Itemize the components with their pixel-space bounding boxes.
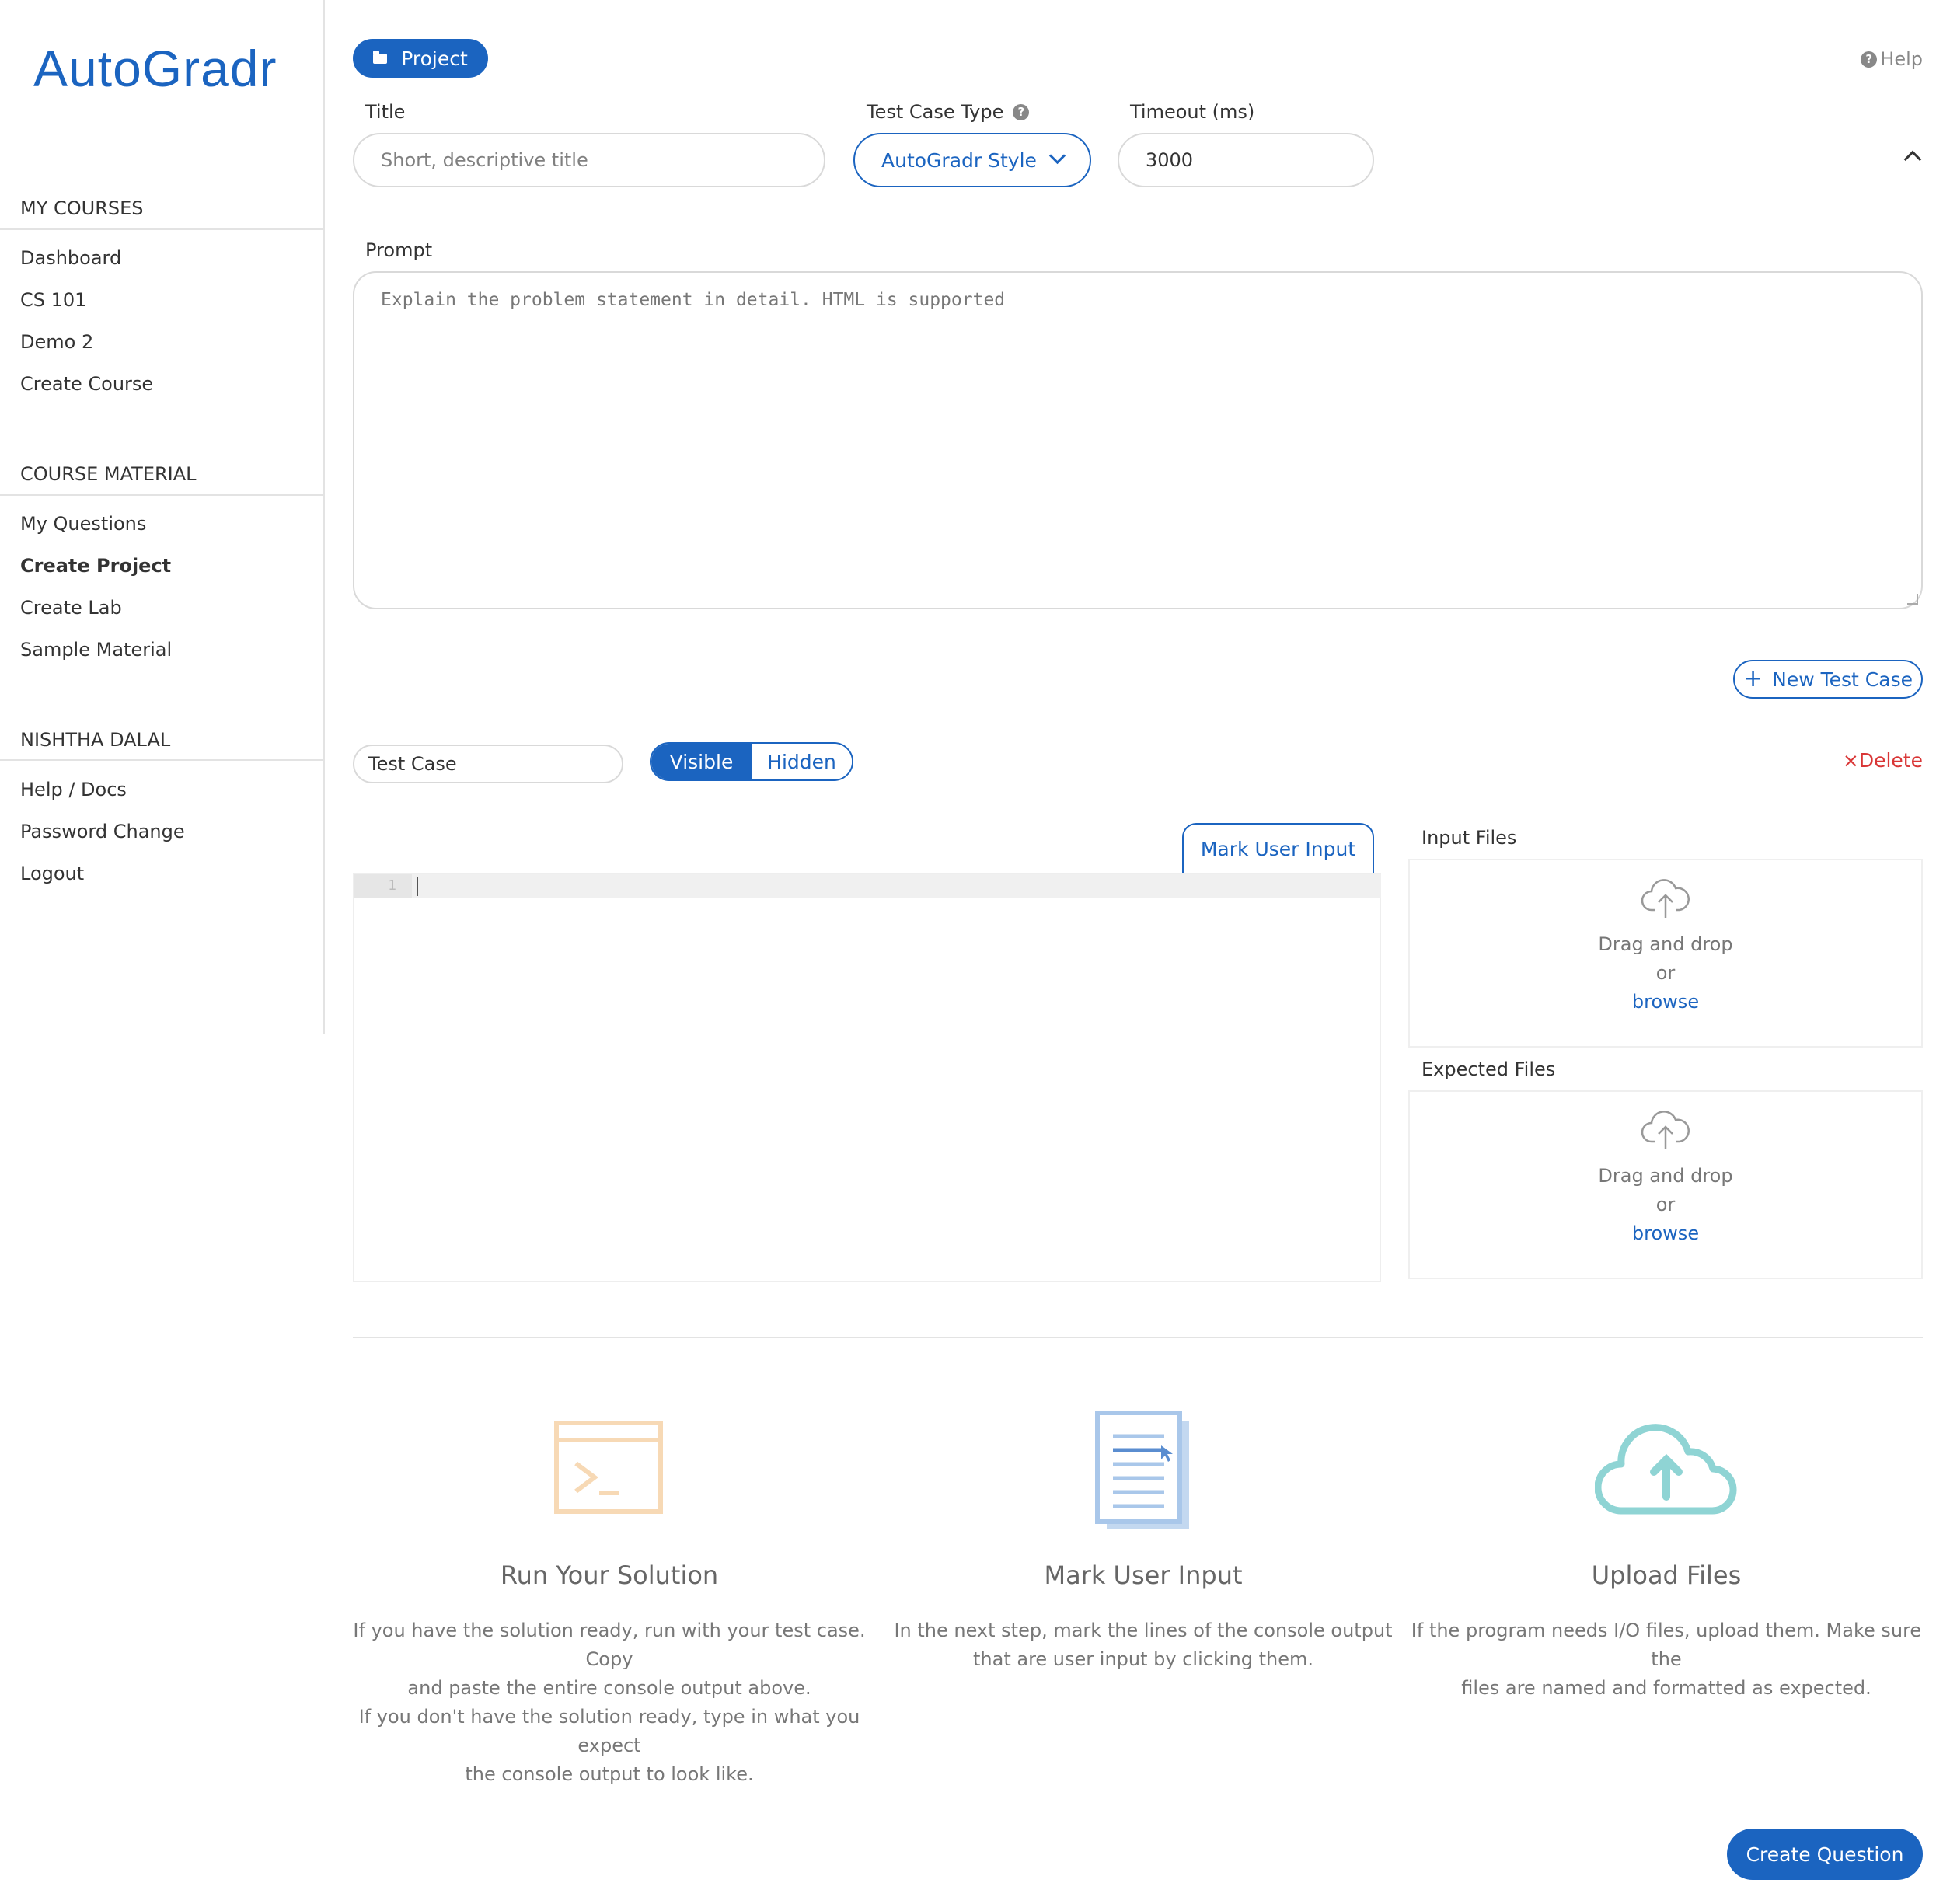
nav-divider	[0, 759, 323, 761]
collapse-chevron-up-icon[interactable]	[1903, 150, 1922, 169]
terminal-icon	[554, 1421, 663, 1514]
feature-line: files are named and formatted as expecte…	[1461, 1677, 1871, 1699]
browse-link[interactable]: browse	[1632, 1219, 1699, 1248]
nav-divider	[0, 228, 323, 230]
drop-or: or	[1655, 962, 1676, 984]
console-output-editor[interactable]: 1	[353, 873, 1381, 1282]
nav-heading-my-courses: MY COURSES	[20, 197, 144, 219]
line-number: 1	[354, 874, 412, 898]
mark-user-input-tab[interactable]: Mark User Input	[1182, 823, 1374, 873]
chevron-down-icon	[1048, 147, 1066, 165]
sidebar-item-cs101[interactable]: CS 101	[20, 289, 86, 311]
feature-line: If the program needs I/O files, upload t…	[1411, 1620, 1922, 1670]
nav-heading-user: NISHTHA DALAL	[20, 729, 171, 751]
nav-divider	[0, 494, 323, 496]
feature-title: Run Your Solution	[500, 1561, 719, 1590]
visibility-toggle: Visible Hidden	[650, 742, 853, 781]
test-case-type-value: AutoGradr Style	[881, 148, 1037, 172]
visibility-option-visible[interactable]: Visible	[651, 744, 752, 779]
sidebar-item-help-docs[interactable]: Help / Docs	[20, 779, 127, 800]
create-question-button[interactable]: Create Question	[1727, 1829, 1923, 1880]
sidebar-item-demo2[interactable]: Demo 2	[20, 331, 93, 353]
help-label: Help	[1880, 48, 1923, 70]
expected-files-dropzone[interactable]: Drag and drop or browse	[1408, 1090, 1923, 1279]
prompt-label: Prompt	[365, 239, 433, 261]
sidebar-item-logout[interactable]: Logout	[20, 863, 84, 884]
help-link[interactable]: ? Help	[1861, 48, 1923, 70]
input-files-dropzone[interactable]: Drag and drop or browse	[1408, 859, 1923, 1048]
sidebar-item-my-questions[interactable]: My Questions	[20, 513, 146, 535]
section-divider	[353, 1337, 1923, 1338]
sidebar-item-create-project[interactable]: Create Project	[20, 555, 171, 577]
test-case-type-label: Test Case Type	[867, 101, 1004, 123]
sidebar: AutoGradr MY COURSES Dashboard CS 101 De…	[0, 0, 325, 1034]
delete-test-case-button[interactable]: ×Delete	[1843, 749, 1923, 772]
question-circle-icon: ?	[1861, 51, 1878, 68]
brand-logo[interactable]: AutoGradr	[33, 39, 277, 98]
feature-line: that are user input by clicking them.	[973, 1648, 1313, 1670]
feature-line: If you don't have the solution ready, ty…	[358, 1706, 860, 1756]
feature-line: and paste the entire console output abov…	[407, 1677, 811, 1699]
browse-link[interactable]: browse	[1632, 988, 1699, 1017]
feature-run-solution-icon-wrap	[353, 1418, 866, 1543]
sidebar-item-create-course[interactable]: Create Course	[20, 373, 153, 395]
cloud-upload-icon	[1641, 1111, 1690, 1149]
text-cursor	[417, 877, 418, 896]
test-case-name-input[interactable]: Test Case	[353, 745, 623, 783]
feature-mark-input-icon-wrap	[887, 1408, 1400, 1533]
timeout-input[interactable]: 3000	[1118, 133, 1374, 187]
document-icon	[1095, 1411, 1189, 1529]
nav-heading-course-material: COURSE MATERIAL	[20, 463, 197, 485]
title-input[interactable]: Short, descriptive title	[353, 133, 825, 187]
feature-upload-icon-wrap	[1410, 1421, 1923, 1545]
project-pill-label: Project	[401, 47, 468, 70]
cloud-upload-icon	[1595, 1424, 1737, 1515]
title-label: Title	[365, 101, 406, 123]
feature-title: Mark User Input	[1044, 1561, 1243, 1590]
close-icon: ×	[1842, 749, 1859, 772]
plus-icon: +	[1743, 665, 1763, 692]
drop-or: or	[1655, 1194, 1676, 1215]
drop-text: Drag and drop	[1598, 1165, 1733, 1187]
test-case-type-label-group: Test Case Type ?	[867, 101, 1030, 123]
prompt-textarea[interactable]: Explain the problem statement in detail.…	[353, 271, 1923, 609]
feature-line: If you have the solution ready, run with…	[353, 1620, 866, 1670]
active-line-highlight	[354, 874, 1381, 898]
project-type-pill[interactable]: Project	[353, 39, 488, 78]
new-test-case-label: New Test Case	[1772, 668, 1913, 691]
expected-files-label: Expected Files	[1421, 1058, 1556, 1080]
prompt-placeholder: Explain the problem statement in detail.…	[381, 290, 1006, 310]
feature-line: In the next step, mark the lines of the …	[894, 1620, 1393, 1641]
sidebar-item-dashboard[interactable]: Dashboard	[20, 247, 121, 269]
drop-text: Drag and drop	[1598, 933, 1733, 955]
sidebar-item-password-change[interactable]: Password Change	[20, 821, 185, 842]
cloud-upload-icon	[1641, 879, 1690, 918]
test-case-type-select[interactable]: AutoGradr Style	[853, 133, 1091, 187]
feature-description: If you have the solution ready, run with…	[353, 1616, 866, 1789]
feature-title: Upload Files	[1591, 1561, 1742, 1590]
resize-handle-icon[interactable]	[1907, 594, 1918, 605]
input-files-label: Input Files	[1421, 827, 1517, 849]
delete-label: Delete	[1858, 749, 1923, 772]
sidebar-item-create-lab[interactable]: Create Lab	[20, 597, 122, 619]
feature-description: If the program needs I/O files, upload t…	[1410, 1616, 1923, 1703]
visibility-option-hidden[interactable]: Hidden	[752, 744, 852, 779]
main-content: Project ? Help Title Short, descriptive …	[353, 0, 1923, 1904]
feature-description: In the next step, mark the lines of the …	[887, 1616, 1400, 1674]
sidebar-item-sample-material[interactable]: Sample Material	[20, 639, 172, 661]
new-test-case-button[interactable]: + New Test Case	[1733, 660, 1923, 699]
feature-line: the console output to look like.	[465, 1763, 754, 1785]
info-icon[interactable]: ?	[1013, 103, 1030, 120]
timeout-label: Timeout (ms)	[1130, 101, 1255, 123]
folder-icon	[373, 50, 388, 64]
